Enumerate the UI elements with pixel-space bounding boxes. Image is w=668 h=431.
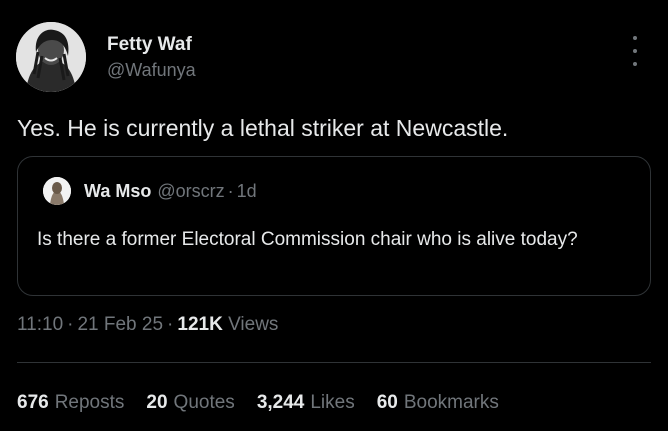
tweet-time[interactable]: 11:10 (17, 314, 63, 335)
likes-stat[interactable]: 3,244 Likes (257, 392, 355, 414)
engagement-stats: 676 Reposts 20 Quotes 3,244 Likes 60 Bookmar… (17, 392, 521, 414)
author-avatar[interactable] (16, 22, 86, 92)
bookmarks-count: 60 (376, 392, 398, 413)
quoted-author-name[interactable]: Wa Mso (84, 181, 151, 201)
tweet-meta: 11:10 · 21 Feb 25 · 121K Views (17, 314, 278, 336)
quoted-header: Wa Mso @orscrz · 1d (84, 181, 257, 202)
reposts-label: Reposts (54, 392, 125, 413)
bookmarks-stat[interactable]: 60 Bookmarks (377, 392, 499, 414)
bookmarks-label: Bookmarks (403, 392, 499, 413)
quotes-stat[interactable]: 20 Quotes (146, 392, 234, 414)
separator-dot: · (227, 181, 234, 201)
reposts-stat[interactable]: 676 Reposts (17, 392, 124, 414)
separator-dot: · (67, 314, 74, 335)
tweet-date[interactable]: 21 Feb 25 (77, 314, 163, 335)
likes-label: Likes (310, 392, 355, 413)
author-name[interactable]: Fetty Waf (107, 34, 192, 56)
divider (17, 362, 651, 363)
more-dot-icon (633, 49, 637, 53)
quoted-author-handle[interactable]: @orscrz (157, 181, 224, 201)
more-dot-icon (633, 62, 637, 66)
tweet-text: Yes. He is currently a lethal striker at… (17, 115, 509, 141)
quoted-text: Is there a former Electoral Commission c… (37, 229, 578, 250)
quoted-tweet-card[interactable]: Wa Mso @orscrz · 1d Is there a former Elect… (17, 156, 651, 296)
separator-dot: · (167, 314, 174, 335)
quoted-author-avatar[interactable] (43, 177, 71, 205)
more-dot-icon (633, 36, 637, 40)
quotes-count: 20 (146, 392, 168, 413)
views-count: 121K (177, 314, 223, 335)
more-vertical-icon[interactable] (628, 36, 642, 66)
author-handle[interactable]: @Wafunya (107, 60, 196, 81)
quotes-label: Quotes (173, 392, 235, 413)
likes-count: 3,244 (256, 392, 305, 413)
quoted-timestamp[interactable]: 1d (237, 181, 257, 201)
views-label: Views (228, 314, 279, 335)
reposts-count: 676 (17, 392, 49, 413)
